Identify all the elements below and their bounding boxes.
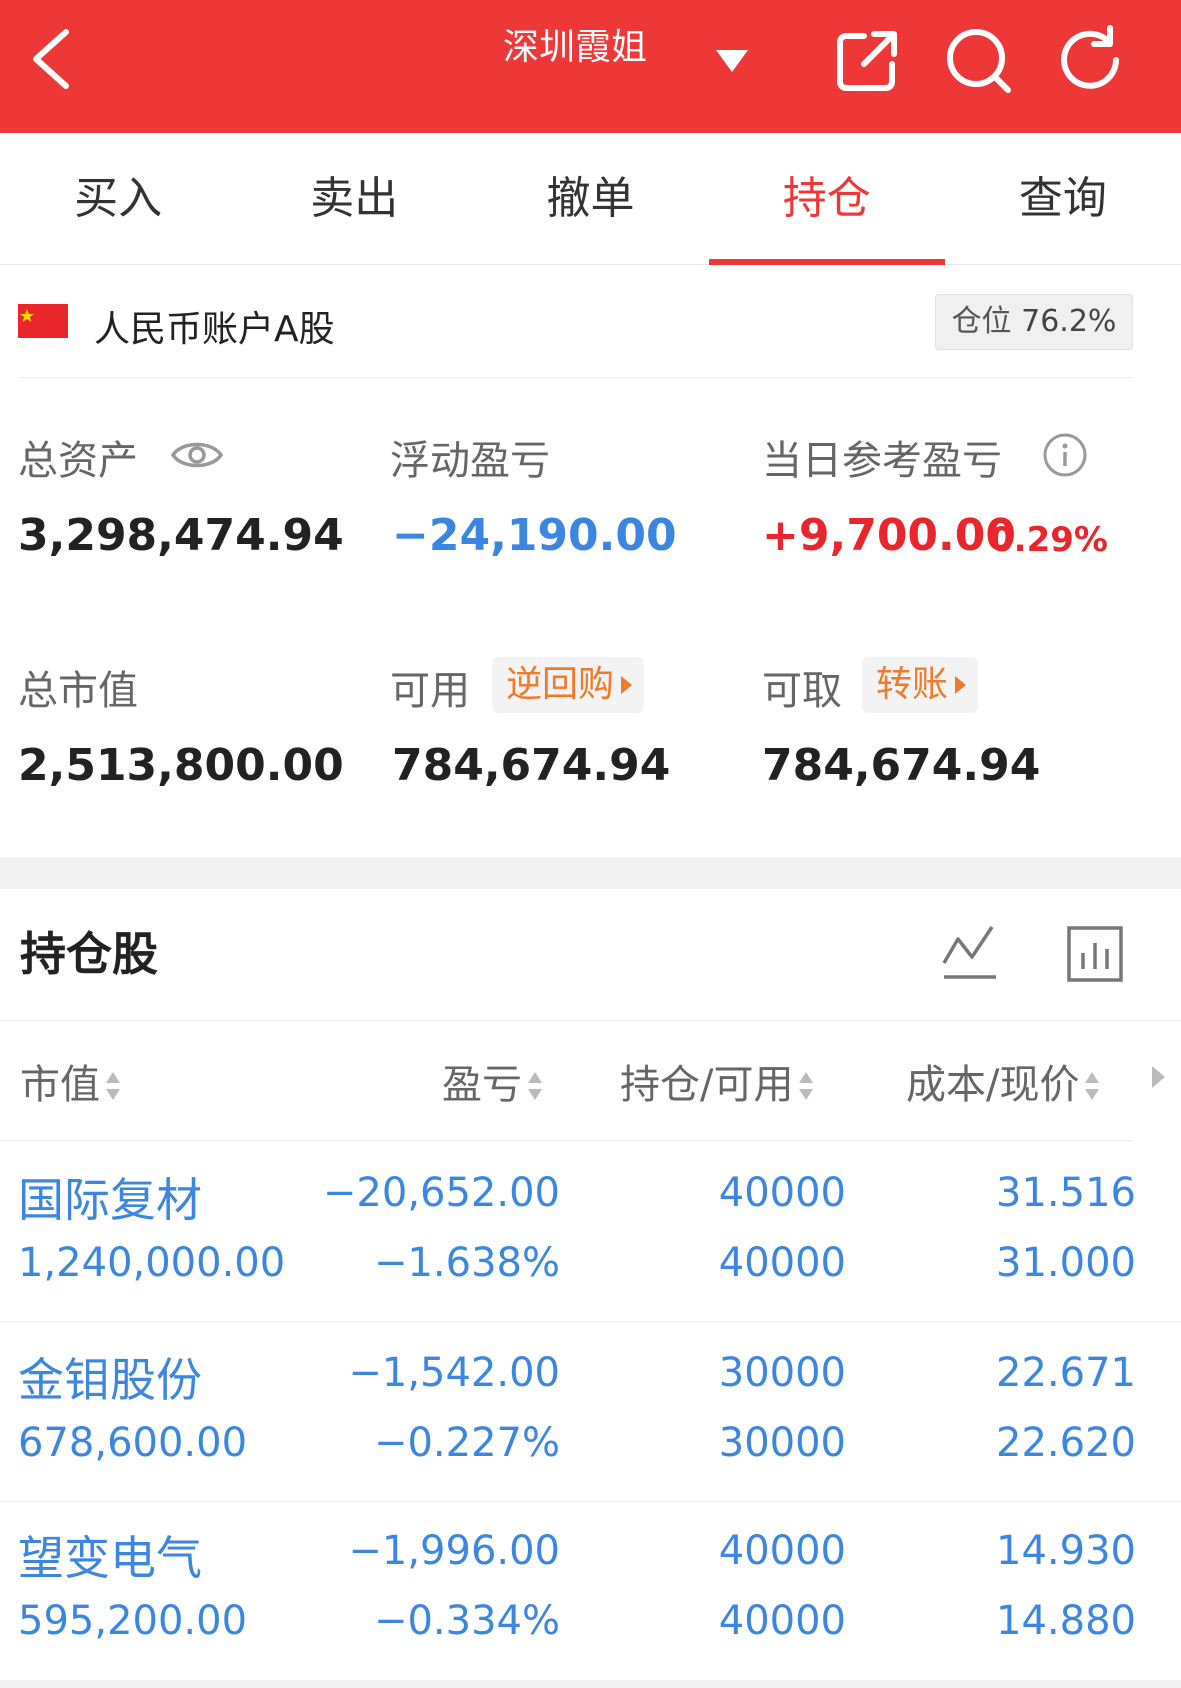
column-header-market-value[interactable]: 市值 — [20, 1052, 122, 1110]
stock-name: 国际复材 — [18, 1173, 202, 1227]
stock-pnl: −1,542.00 — [348, 1350, 560, 1396]
floating-pnl-label: 浮动盈亏 — [390, 438, 550, 484]
floating-pnl-value: −24,190.00 — [392, 510, 677, 561]
column-header-label: 市值 — [20, 1062, 100, 1108]
column-header-cost-price[interactable]: 成本/现价 — [906, 1052, 1101, 1110]
stock-position: 40000 — [718, 1170, 846, 1216]
daily-pnl-label: 当日参考盈亏 — [762, 438, 1002, 484]
table-row[interactable]: 国际复材 1,240,000.00 −20,652.00 −1.638% 400… — [0, 1142, 1181, 1322]
trade-tabs: 买入 卖出 撤单 持仓 查询 — [0, 133, 1181, 265]
stock-pnl: −1,996.00 — [348, 1528, 560, 1574]
account-label: 人民币账户A股 — [94, 309, 335, 350]
reverse-repo-button[interactable]: 逆回购 — [492, 657, 645, 713]
withdrawable-value: 784,674.94 — [762, 740, 1041, 791]
column-header-label: 盈亏 — [442, 1062, 522, 1108]
total-assets-label: 总资产 — [18, 438, 138, 484]
stock-market-value: 678,600.00 — [18, 1420, 248, 1466]
total-assets-value: 3,298,474.94 — [18, 510, 344, 561]
tab-query[interactable]: 查询 — [945, 133, 1181, 265]
stock-price: 14.880 — [996, 1598, 1136, 1644]
table-row[interactable]: 望变电气 595,200.00 −1,996.00 −0.334% 40000 … — [0, 1500, 1181, 1680]
china-flag-icon — [18, 304, 68, 338]
tab-cancel[interactable]: 撤单 — [472, 133, 708, 265]
stock-available: 30000 — [718, 1420, 846, 1466]
position-ratio-value: 76.2% — [1021, 304, 1117, 339]
stock-pnl-percent: −0.334% — [373, 1598, 560, 1644]
position-ratio-badge: 仓位 76.2% — [935, 294, 1133, 350]
section-divider — [0, 857, 1181, 889]
sort-icon — [1085, 1072, 1100, 1100]
divider — [0, 1140, 1133, 1141]
sort-icon — [799, 1072, 814, 1100]
tab-positions[interactable]: 持仓 — [708, 133, 946, 265]
top-bar: 深圳霞姐 — [0, 0, 1181, 133]
stock-pnl-percent: −1.638% — [373, 1240, 560, 1286]
table-row[interactable]: 金钼股份 678,600.00 −1,542.00 −0.227% 30000 … — [0, 1322, 1181, 1502]
holdings-title: 持仓股 — [20, 927, 158, 981]
tab-buy[interactable]: 买入 — [0, 133, 236, 265]
sort-icon — [528, 1072, 542, 1100]
stock-price: 22.620 — [996, 1420, 1136, 1466]
stock-available: 40000 — [718, 1598, 846, 1644]
stock-pnl: −20,652.00 — [322, 1170, 560, 1216]
stock-market-value: 595,200.00 — [18, 1598, 248, 1644]
stock-pnl-percent: −0.227% — [373, 1420, 560, 1466]
line-chart-icon[interactable] — [940, 925, 1000, 981]
available-label: 可用 — [390, 668, 470, 714]
info-icon[interactable] — [1042, 432, 1088, 478]
daily-pnl-value: +9,700.00 — [762, 510, 1016, 561]
stock-name: 金钼股份 — [18, 1353, 202, 1407]
column-header-position[interactable]: 持仓/可用 — [620, 1052, 815, 1110]
column-header-label: 持仓/可用 — [620, 1062, 794, 1108]
account-row: 人民币账户A股 仓位 76.2% — [18, 290, 1133, 378]
scroll-right-arrow-icon[interactable] — [1152, 1066, 1165, 1088]
column-header-pnl[interactable]: 盈亏 — [442, 1052, 544, 1110]
tab-sell[interactable]: 卖出 — [236, 133, 472, 265]
stock-price: 31.000 — [996, 1240, 1136, 1286]
bottom-divider — [0, 1680, 1181, 1688]
stock-available: 40000 — [718, 1240, 846, 1286]
refresh-icon[interactable] — [1054, 22, 1130, 98]
position-ratio-label: 仓位 — [951, 304, 1012, 339]
back-icon[interactable] — [26, 24, 86, 94]
stock-cost: 22.671 — [996, 1350, 1136, 1396]
stock-cost: 31.516 — [996, 1170, 1136, 1216]
stock-position: 40000 — [718, 1528, 846, 1574]
stock-market-value: 1,240,000.00 — [18, 1240, 286, 1286]
withdrawable-label: 可取 — [762, 668, 842, 714]
column-header-label: 成本/现价 — [906, 1062, 1080, 1108]
stock-name: 望变电气 — [18, 1531, 202, 1585]
divider — [0, 1020, 1181, 1021]
search-icon[interactable] — [942, 22, 1018, 98]
transfer-button[interactable]: 转账 — [862, 657, 979, 713]
account-title[interactable]: 深圳霞姐 — [430, 18, 720, 70]
stock-position: 30000 — [718, 1350, 846, 1396]
daily-pnl-percent: 0.29% — [990, 520, 1108, 560]
available-value: 784,674.94 — [392, 740, 671, 791]
sort-icon — [106, 1072, 120, 1100]
market-value-value: 2,513,800.00 — [18, 740, 344, 791]
bar-chart-icon[interactable] — [1066, 925, 1124, 983]
stock-cost: 14.930 — [996, 1528, 1136, 1574]
market-value-label: 总市值 — [18, 668, 138, 714]
eye-icon[interactable] — [170, 434, 224, 476]
share-icon[interactable] — [830, 22, 906, 98]
dropdown-caret-icon[interactable] — [710, 40, 754, 80]
